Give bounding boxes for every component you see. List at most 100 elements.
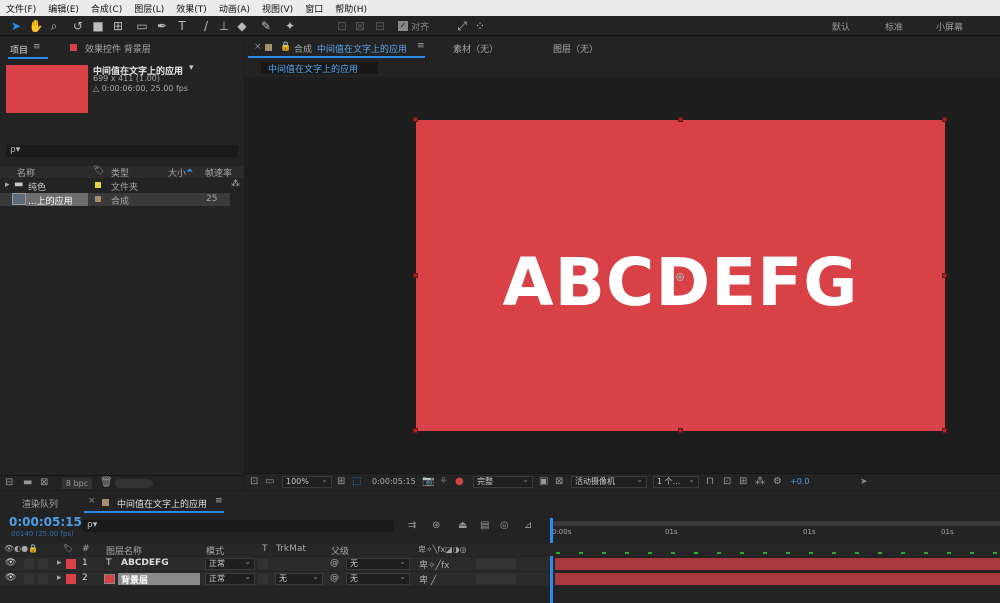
audio-toggle[interactable] [24, 574, 34, 584]
tab-render-queue[interactable]: 渲染队列 [22, 497, 58, 510]
project-search-input[interactable]: ρ▾ [6, 145, 238, 157]
preserve-transparency-toggle[interactable] [258, 574, 268, 584]
always-preview-icon[interactable]: ⊡ [250, 476, 258, 488]
visibility-eye-icon[interactable]: 👁 [5, 573, 16, 583]
layer-label-swatch[interactable] [66, 574, 76, 584]
label-swatch[interactable] [95, 196, 101, 202]
menu-edit[interactable]: 编辑(E) [42, 2, 85, 15]
snap-options-icon[interactable]: ⁘ [472, 18, 488, 34]
world-axis-icon[interactable]: ⊠ [352, 18, 368, 34]
column-parent[interactable]: 父级 [331, 544, 349, 557]
column-number[interactable]: # [82, 544, 90, 554]
workspace-small-screen[interactable]: 小屏幕 [936, 20, 963, 33]
expand-arrow-icon[interactable]: ▸ [57, 573, 62, 583]
close-icon[interactable]: × [88, 496, 96, 506]
column-name[interactable]: 名称 [17, 166, 35, 179]
tab-layer[interactable]: 图层（无） [553, 42, 598, 55]
panel-menu-icon[interactable]: ≡ [33, 42, 41, 52]
safe-zones-icon[interactable]: ⊞ [337, 476, 345, 488]
interpret-footage-icon[interactable]: ⊟ [5, 477, 13, 489]
trash-icon[interactable]: 🗑 [100, 477, 113, 489]
menu-effect[interactable]: 效果(T) [170, 2, 213, 15]
project-item-row[interactable]: ...上的应用 合成 25 [0, 193, 230, 207]
hide-shy-layers-icon[interactable]: ⏏ [458, 520, 467, 532]
current-time-display[interactable]: 0:00:05:15 [372, 477, 416, 486]
transform-handle[interactable] [942, 117, 947, 122]
shy-switch-icon[interactable]: 卑 ╱ [419, 573, 436, 586]
trkmat-dropdown[interactable]: 无 [275, 572, 323, 585]
fast-preview-icon[interactable]: ⊡ [723, 476, 731, 488]
brush-tool-icon[interactable]: / [198, 18, 214, 34]
zoom-tool-icon[interactable]: ⌕ [46, 18, 62, 34]
shape-tool-icon[interactable]: ▭ [134, 18, 150, 34]
eraser-tool-icon[interactable]: ◆ [234, 18, 250, 34]
roto-brush-tool-icon[interactable]: ✎ [258, 18, 274, 34]
time-ruler[interactable]: 0:00s 01s 01s 01s [550, 518, 1000, 540]
column-fps[interactable]: 帧速率 [205, 166, 232, 179]
project-item-row[interactable]: ▸ ▬ 纯色 文件夹 ⁂ [0, 179, 244, 193]
lock-icon[interactable]: 🔒 [280, 42, 291, 52]
pickwhip-icon[interactable]: @ [330, 558, 339, 568]
expand-arrow-icon[interactable]: ➤ [860, 477, 868, 487]
tab-project[interactable]: 项目 [10, 43, 28, 56]
chevron-down-icon[interactable]: ▾ [189, 63, 194, 73]
new-composition-icon[interactable]: ⊠ [40, 477, 48, 489]
timeline-link-icon[interactable]: ⊞ [739, 476, 747, 488]
hand-tool-icon[interactable]: ✋ [28, 18, 44, 34]
selection-tool-icon[interactable]: ➤ [8, 18, 24, 34]
composition-canvas[interactable]: ABCDEFG ⊕ [416, 120, 945, 431]
timeline-layer-row[interactable]: 👁 ▸ 1 T ABCDEFG 正常 @ 无 卑✧╱fx [0, 557, 550, 571]
clone-stamp-tool-icon[interactable]: ⊥ [216, 18, 232, 34]
camera-tool-icon[interactable]: ■ [90, 18, 106, 34]
flowchart-icon[interactable]: ⁂ [755, 476, 765, 488]
tab-effects-controls[interactable]: 效果控件 背景层 [85, 42, 151, 55]
reset-exposure-icon[interactable]: ⚙ [773, 476, 782, 488]
layer-duration-bar[interactable] [555, 573, 1000, 585]
menu-view[interactable]: 视图(V) [256, 2, 299, 15]
transform-handle[interactable] [942, 273, 947, 278]
preserve-transparency-toggle[interactable] [258, 559, 268, 569]
layer-name[interactable]: 背景层 [121, 573, 148, 586]
pen-tool-icon[interactable]: ✒ [154, 18, 170, 34]
panel-menu-icon[interactable]: ≡ [215, 496, 223, 506]
playhead[interactable] [550, 518, 553, 603]
align-checkbox[interactable]: ✓ [398, 21, 408, 31]
visibility-eye-icon[interactable]: 👁 [5, 558, 16, 568]
menu-composition[interactable]: 合成(C) [85, 2, 128, 15]
parent-dropdown[interactable]: 无 [346, 557, 410, 570]
hierarchy-icon[interactable]: ⁂ [231, 179, 240, 189]
menu-animation[interactable]: 动画(A) [213, 2, 256, 15]
shy-switch-icon[interactable]: 卑✧╱fx [419, 558, 449, 571]
parent-dropdown[interactable]: 无 [346, 572, 410, 585]
show-snapshot-icon[interactable]: ⚘ [439, 476, 448, 488]
av-features-icons[interactable]: 👁◐●🔒 [4, 544, 38, 553]
frame-blending-icon[interactable]: ▤ [480, 520, 489, 532]
column-mode[interactable]: 模式 [206, 544, 224, 557]
pan-behind-tool-icon[interactable]: ⊞ [110, 18, 126, 34]
comp-mini-flowchart-icon[interactable]: ⇉ [408, 520, 416, 532]
solo-toggle[interactable] [38, 559, 48, 569]
transform-handle[interactable] [413, 428, 418, 433]
timeline-search-input[interactable]: ρ▾ [82, 520, 394, 532]
label-tag-icon[interactable]: 🏷 [63, 544, 73, 553]
layer-switches[interactable] [476, 574, 516, 584]
graph-editor-icon[interactable]: ⊿ [524, 520, 532, 532]
expand-arrow-icon[interactable]: ▸ [5, 180, 10, 190]
blend-mode-dropdown[interactable]: 正常 [205, 557, 255, 570]
resolution-dropdown[interactable]: 完整 [473, 475, 533, 488]
work-area-bar[interactable] [550, 521, 1000, 526]
switches-icons[interactable]: 卑✧╲fx◪◑◎ [418, 544, 467, 555]
draft-3d-icon[interactable]: ⊛ [432, 520, 440, 532]
region-of-interest-icon[interactable]: ▣ [539, 476, 548, 488]
menu-help[interactable]: 帮助(H) [329, 2, 373, 15]
monitor-icon[interactable]: ▭ [265, 476, 274, 488]
layer-duration-bar[interactable] [555, 558, 1000, 570]
label-tag-icon[interactable]: 🏷 [93, 166, 104, 176]
layer-switches[interactable] [476, 559, 516, 569]
column-size[interactable]: 大小 [168, 166, 186, 179]
menu-window[interactable]: 窗口 [299, 2, 329, 15]
column-t[interactable]: T [262, 544, 268, 554]
workspace-standard[interactable]: 标准 [885, 20, 903, 33]
transform-handle[interactable] [678, 117, 683, 122]
transparency-grid-icon[interactable]: ⊠ [555, 476, 563, 488]
